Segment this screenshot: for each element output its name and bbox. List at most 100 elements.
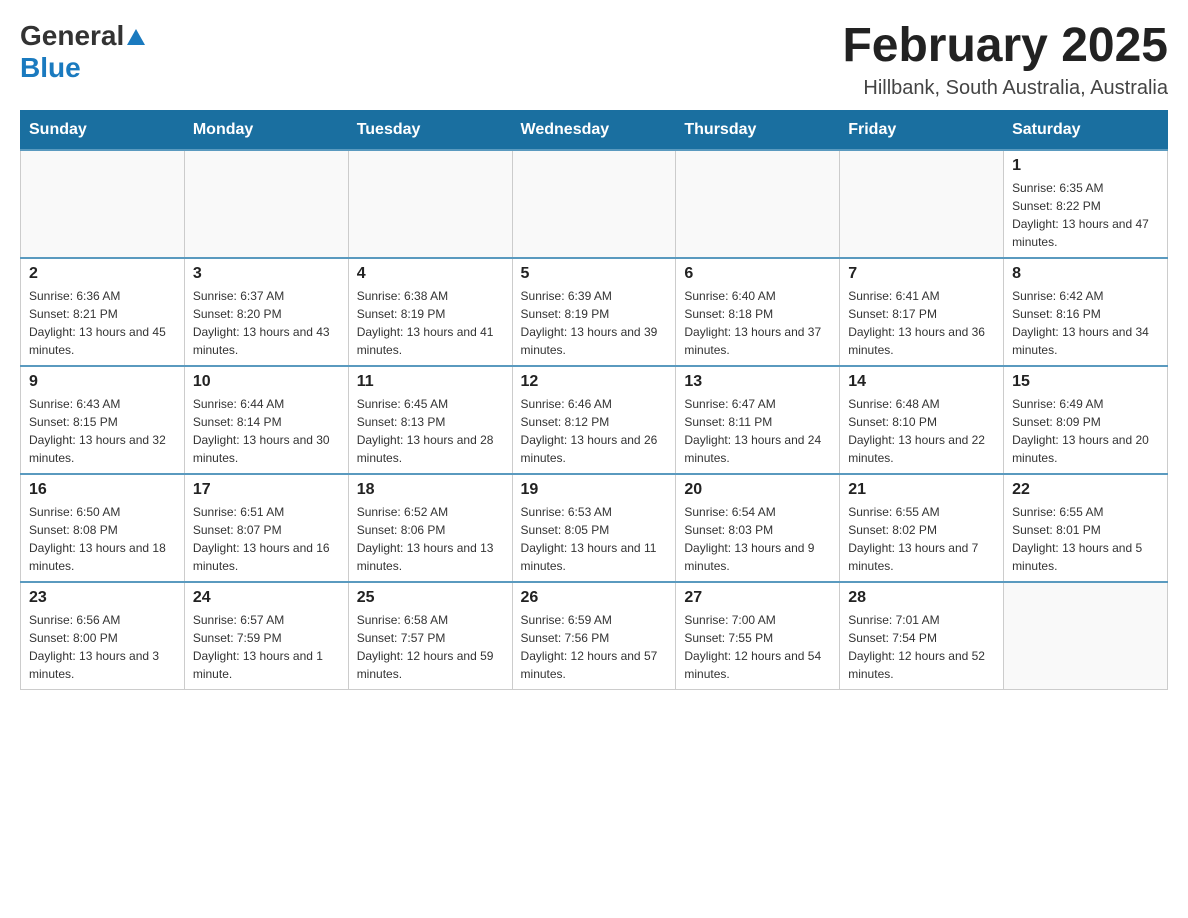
calendar-cell: 5 Sunrise: 6:39 AMSunset: 8:19 PMDaylight… [512,258,676,366]
calendar-header-wednesday: Wednesday [512,110,676,150]
day-number: 18 [357,481,504,499]
day-info: Sunrise: 7:00 AMSunset: 7:55 PMDaylight:… [684,611,831,683]
calendar-cell: 14 Sunrise: 6:48 AMSunset: 8:10 PMDayligh… [840,366,1004,474]
day-number: 9 [29,373,176,391]
day-number: 14 [848,373,995,391]
day-number: 27 [684,589,831,607]
day-info: Sunrise: 6:46 AMSunset: 8:12 PMDaylight:… [521,395,668,467]
calendar-cell [1004,582,1168,690]
location-title: Hillbank, South Australia, Australia [842,77,1168,100]
day-info: Sunrise: 6:52 AMSunset: 8:06 PMDaylight:… [357,503,504,575]
calendar-cell: 4Sunrise: 6:38 AMSunset: 8:19 PMDaylight… [348,258,512,366]
day-info: Sunrise: 6:39 AMSunset: 8:19 PMDaylight:… [521,287,668,359]
day-number: 11 [357,373,504,391]
logo-blue: Blue [20,52,81,83]
day-number: 13 [684,373,831,391]
day-info: Sunrise: 6:55 AMSunset: 8:02 PMDaylight:… [848,503,995,575]
day-info: Sunrise: 6:53 AMSunset: 8:05 PMDaylight:… [521,503,668,575]
calendar-header-friday: Friday [840,110,1004,150]
calendar-cell: 7 Sunrise: 6:41 AMSunset: 8:17 PMDaylight… [840,258,1004,366]
day-number: 7 [848,265,995,283]
calendar-header-sunday: Sunday [21,110,185,150]
day-number: 16 [29,481,176,499]
day-number: 21 [848,481,995,499]
day-info: Sunrise: 6:50 AMSunset: 8:08 PMDaylight:… [29,503,176,575]
calendar-cell: 20 Sunrise: 6:54 AMSunset: 8:03 PMDayligh… [676,474,840,582]
calendar-cell: 24Sunrise: 6:57 AMSunset: 7:59 PMDayligh… [184,582,348,690]
calendar-cell: 19Sunrise: 6:53 AMSunset: 8:05 PMDayligh… [512,474,676,582]
day-info: Sunrise: 6:36 AMSunset: 8:21 PMDaylight:… [29,287,176,359]
calendar-cell: 3Sunrise: 6:37 AMSunset: 8:20 PMDaylight… [184,258,348,366]
calendar-cell [21,150,185,258]
day-number: 12 [521,373,668,391]
day-info: Sunrise: 6:49 AMSunset: 8:09 PMDaylight:… [1012,395,1159,467]
logo-general: General [20,20,124,52]
calendar-cell [840,150,1004,258]
day-info: Sunrise: 6:55 AMSunset: 8:01 PMDaylight:… [1012,503,1159,575]
day-number: 15 [1012,373,1159,391]
day-number: 20 [684,481,831,499]
calendar-cell: 11 Sunrise: 6:45 AMSunset: 8:13 PMDayligh… [348,366,512,474]
calendar-week-row: 16 Sunrise: 6:50 AMSunset: 8:08 PMDayligh… [21,474,1168,582]
calendar-cell: 18 Sunrise: 6:52 AMSunset: 8:06 PMDayligh… [348,474,512,582]
day-info: Sunrise: 6:54 AMSunset: 8:03 PMDaylight:… [684,503,831,575]
calendar-cell: 21 Sunrise: 6:55 AMSunset: 8:02 PMDayligh… [840,474,1004,582]
day-info: Sunrise: 6:47 AMSunset: 8:11 PMDaylight:… [684,395,831,467]
day-info: Sunrise: 6:43 AMSunset: 8:15 PMDaylight:… [29,395,176,467]
day-info: Sunrise: 6:38 AMSunset: 8:19 PMDaylight:… [357,287,504,359]
calendar-cell: 27 Sunrise: 7:00 AMSunset: 7:55 PMDayligh… [676,582,840,690]
calendar-cell: 12 Sunrise: 6:46 AMSunset: 8:12 PMDayligh… [512,366,676,474]
calendar-cell: 25 Sunrise: 6:58 AMSunset: 7:57 PMDayligh… [348,582,512,690]
day-info: Sunrise: 6:41 AMSunset: 8:17 PMDaylight:… [848,287,995,359]
day-number: 17 [193,481,340,499]
calendar-header-monday: Monday [184,110,348,150]
calendar-week-row: 1Sunrise: 6:35 AMSunset: 8:22 PMDaylight… [21,150,1168,258]
day-info: Sunrise: 6:44 AMSunset: 8:14 PMDaylight:… [193,395,340,467]
day-number: 6 [684,265,831,283]
calendar-cell: 17 Sunrise: 6:51 AMSunset: 8:07 PMDayligh… [184,474,348,582]
day-number: 25 [357,589,504,607]
calendar-week-row: 23 Sunrise: 6:56 AMSunset: 8:00 PMDayligh… [21,582,1168,690]
day-number: 10 [193,373,340,391]
calendar-cell [184,150,348,258]
logo-triangle-icon [127,29,145,45]
calendar-table: SundayMondayTuesdayWednesdayThursdayFrid… [20,110,1168,690]
day-number: 23 [29,589,176,607]
calendar-cell [348,150,512,258]
calendar-week-row: 9 Sunrise: 6:43 AMSunset: 8:15 PMDaylight… [21,366,1168,474]
calendar-cell: 8Sunrise: 6:42 AMSunset: 8:16 PMDaylight… [1004,258,1168,366]
calendar-cell: 26 Sunrise: 6:59 AMSunset: 7:56 PMDayligh… [512,582,676,690]
day-info: Sunrise: 6:58 AMSunset: 7:57 PMDaylight:… [357,611,504,683]
calendar-cell: 2 Sunrise: 6:36 AMSunset: 8:21 PMDaylight… [21,258,185,366]
day-number: 2 [29,265,176,283]
calendar-week-row: 2 Sunrise: 6:36 AMSunset: 8:21 PMDaylight… [21,258,1168,366]
day-info: Sunrise: 6:45 AMSunset: 8:13 PMDaylight:… [357,395,504,467]
calendar-cell: 22 Sunrise: 6:55 AMSunset: 8:01 PMDayligh… [1004,474,1168,582]
day-info: Sunrise: 6:40 AMSunset: 8:18 PMDaylight:… [684,287,831,359]
day-info: Sunrise: 6:51 AMSunset: 8:07 PMDaylight:… [193,503,340,575]
day-info: Sunrise: 6:59 AMSunset: 7:56 PMDaylight:… [521,611,668,683]
calendar-cell: 13 Sunrise: 6:47 AMSunset: 8:11 PMDayligh… [676,366,840,474]
calendar-header-saturday: Saturday [1004,110,1168,150]
day-number: 26 [521,589,668,607]
day-number: 5 [521,265,668,283]
logo: General Blue [20,20,145,84]
calendar-cell: 9 Sunrise: 6:43 AMSunset: 8:15 PMDaylight… [21,366,185,474]
day-info: Sunrise: 7:01 AMSunset: 7:54 PMDaylight:… [848,611,995,683]
day-number: 22 [1012,481,1159,499]
calendar-cell [676,150,840,258]
calendar-cell: 16 Sunrise: 6:50 AMSunset: 8:08 PMDayligh… [21,474,185,582]
calendar-cell [512,150,676,258]
month-title: February 2025 [842,20,1168,73]
day-number: 3 [193,265,340,283]
day-info: Sunrise: 6:35 AMSunset: 8:22 PMDaylight:… [1012,179,1159,251]
calendar-cell: 15 Sunrise: 6:49 AMSunset: 8:09 PMDayligh… [1004,366,1168,474]
calendar-cell: 28Sunrise: 7:01 AMSunset: 7:54 PMDayligh… [840,582,1004,690]
calendar-cell: 10 Sunrise: 6:44 AMSunset: 8:14 PMDayligh… [184,366,348,474]
day-number: 8 [1012,265,1159,283]
day-info: Sunrise: 6:56 AMSunset: 8:00 PMDaylight:… [29,611,176,683]
calendar-header-tuesday: Tuesday [348,110,512,150]
calendar-cell: 6 Sunrise: 6:40 AMSunset: 8:18 PMDaylight… [676,258,840,366]
calendar-cell: 23 Sunrise: 6:56 AMSunset: 8:00 PMDayligh… [21,582,185,690]
day-info: Sunrise: 6:48 AMSunset: 8:10 PMDaylight:… [848,395,995,467]
